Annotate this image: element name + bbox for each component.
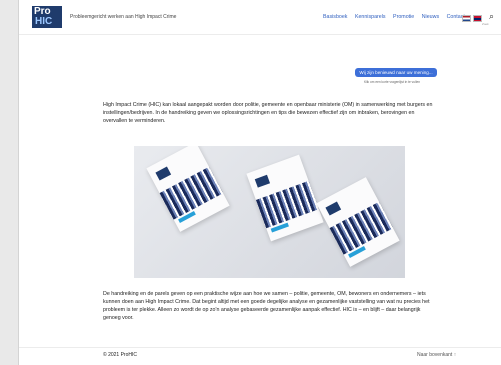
logo-hic: HIC xyxy=(35,16,53,27)
nav-promotie[interactable]: Promotie xyxy=(393,14,414,20)
cover-pattern xyxy=(255,180,319,229)
site-tagline: Probleemgericht werken aan High Impact C… xyxy=(70,14,177,20)
body-paragraph: De handreiking en de parels geven op een… xyxy=(103,291,430,322)
flag-nl-icon[interactable] xyxy=(462,15,471,22)
nav-kennisparels[interactable]: Kennisparels xyxy=(355,14,386,20)
browser-page: Pro HIC Probleemgericht werken aan High … xyxy=(18,0,501,365)
book-cover xyxy=(146,146,230,232)
main-nav: Basisboek Kennisparels Promotie Nieuws C… xyxy=(323,14,471,20)
book-cover xyxy=(246,154,324,242)
search-icon[interactable]: ⌕ xyxy=(489,11,494,22)
cover-logo xyxy=(155,166,172,181)
prohic-logo[interactable]: Pro HIC xyxy=(32,6,62,28)
nav-nieuws[interactable]: Nieuws xyxy=(422,14,439,20)
search-label: Zoek xyxy=(482,22,489,26)
hero-image xyxy=(134,146,405,278)
cover-logo xyxy=(254,174,271,188)
book-cover xyxy=(316,177,400,267)
copyright-text: © 2021 ProHIC xyxy=(103,352,137,358)
site-header: Pro HIC Probleemgericht werken aan High … xyxy=(19,0,501,35)
feedback-subtext: Klik om een korte vragenlijst in te vull… xyxy=(364,80,420,84)
intro-paragraph: High Impact Crime (HIC) kan lokaal aange… xyxy=(103,102,433,125)
flag-en-icon[interactable] xyxy=(473,15,482,22)
back-to-top-link[interactable]: Naar bovenkant ↑ xyxy=(417,352,456,358)
feedback-button[interactable]: Wij zijn benieuwd naar uw mening... xyxy=(355,68,437,77)
footer-divider xyxy=(19,347,501,348)
cover-logo xyxy=(325,201,342,216)
nav-basisboek[interactable]: Basisboek xyxy=(323,14,347,20)
